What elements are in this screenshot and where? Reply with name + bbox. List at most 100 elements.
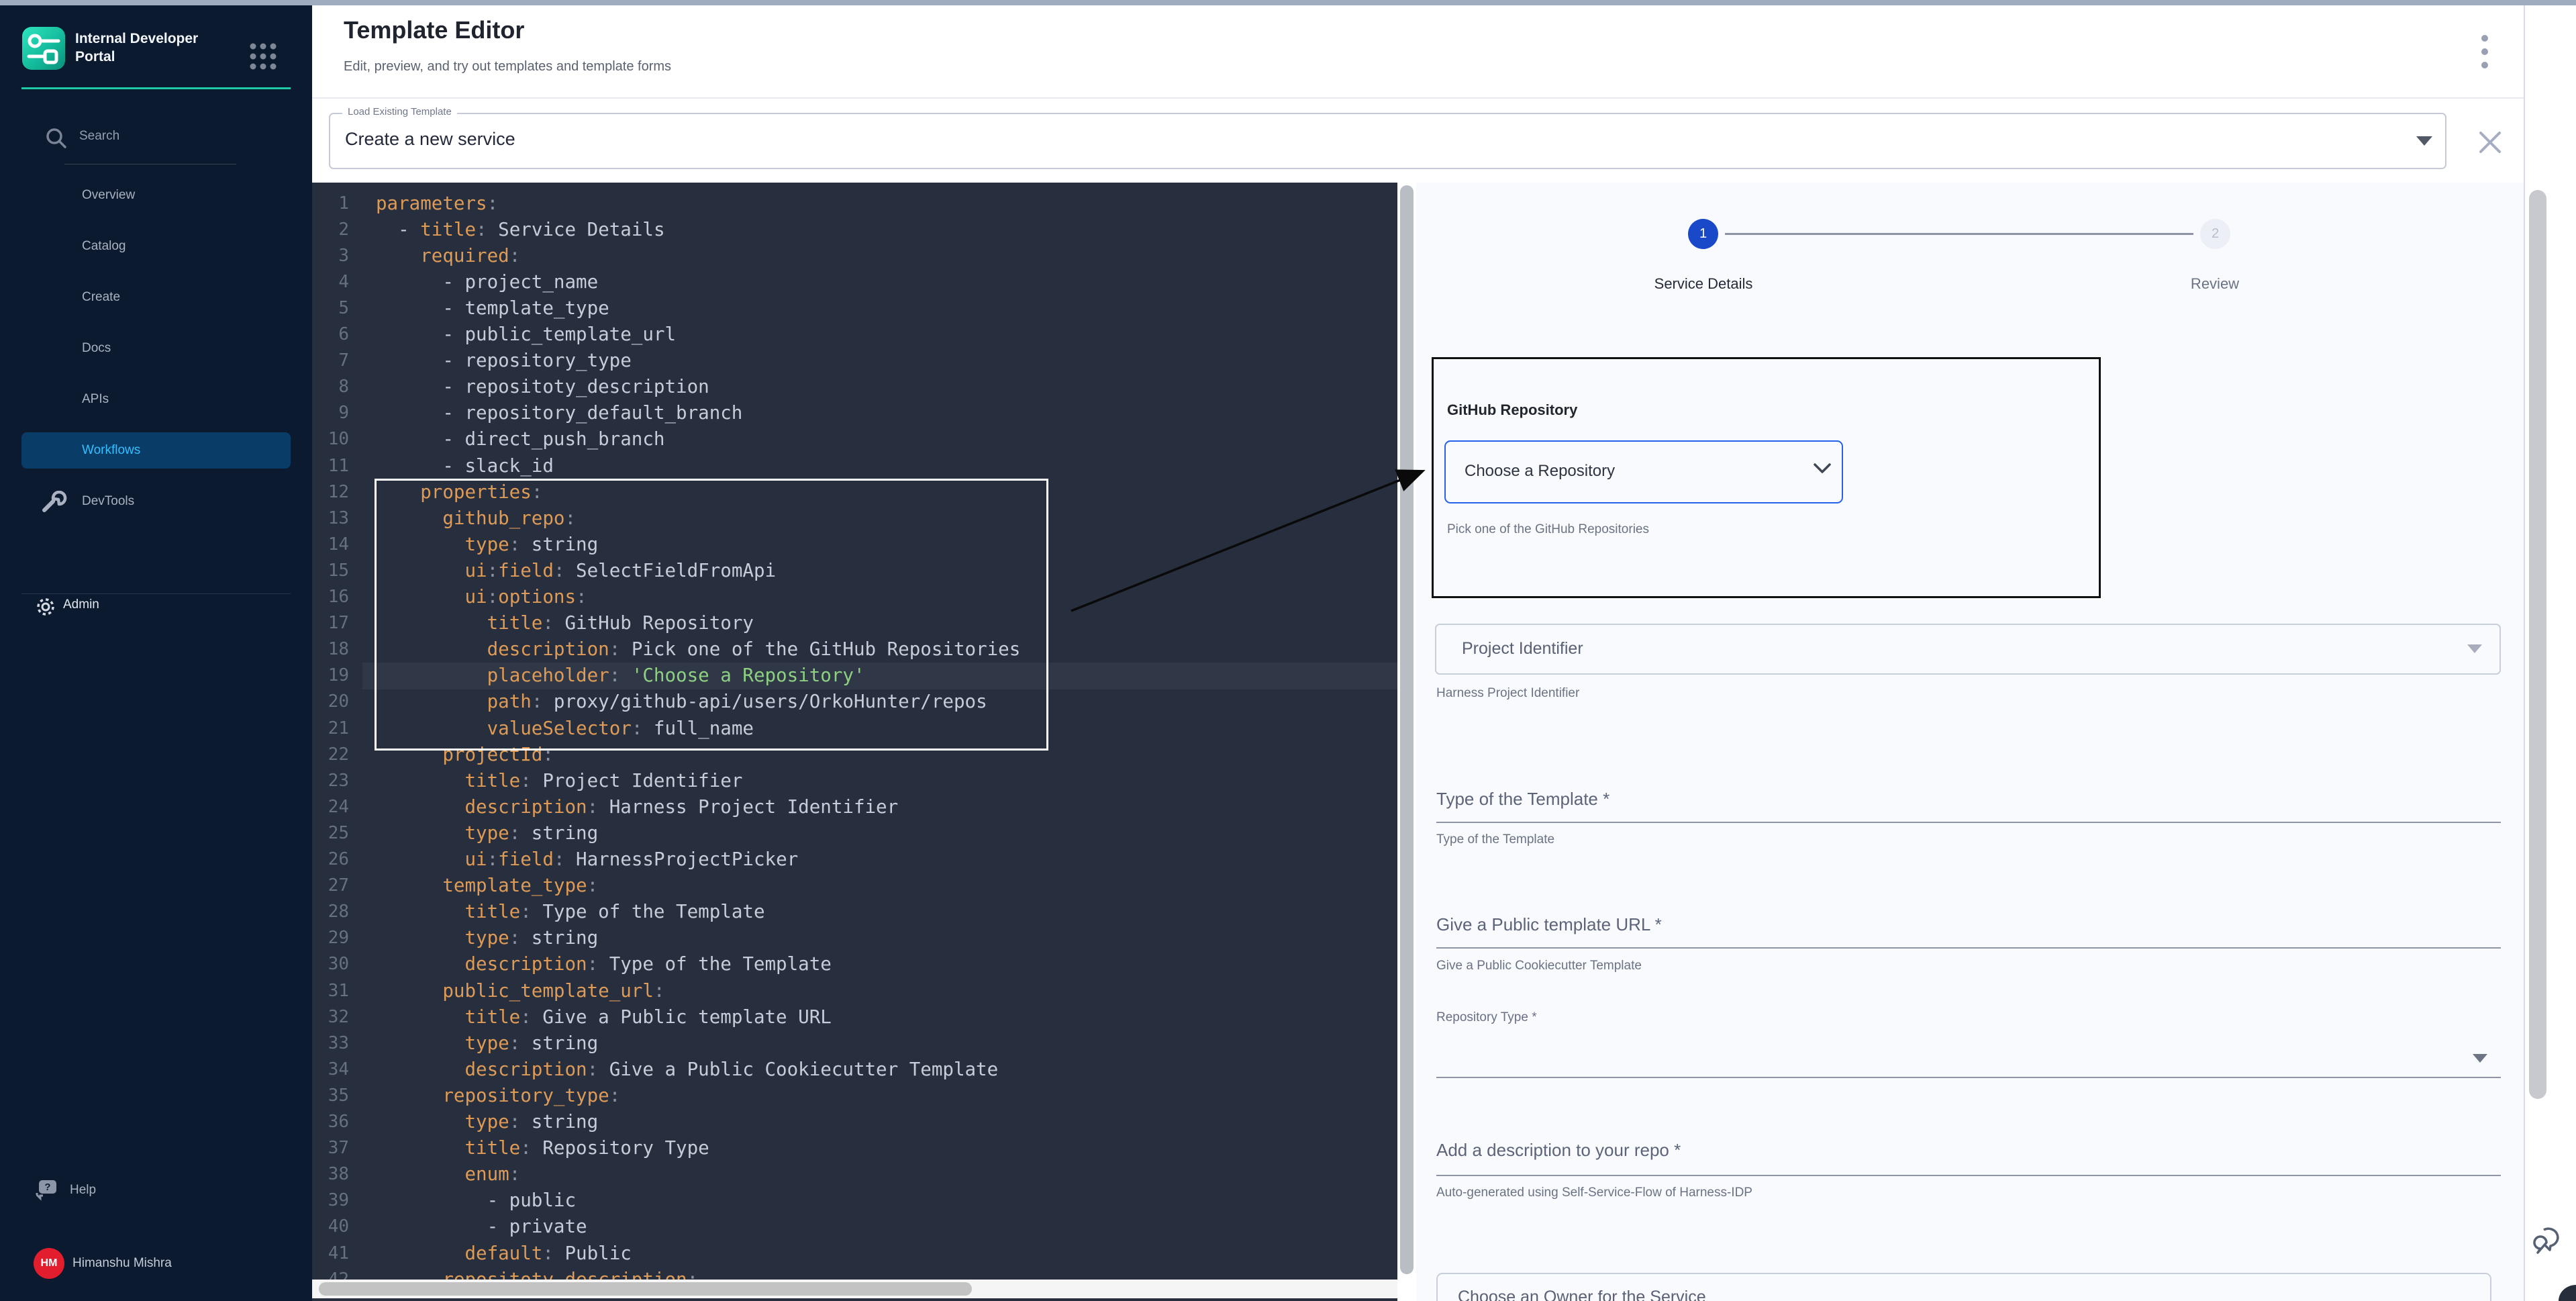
app-grid-icon[interactable] xyxy=(247,40,279,76)
sidebar-item-apis[interactable]: APIs xyxy=(21,381,291,418)
code-line[interactable]: 1 parameters: xyxy=(312,191,1397,218)
code-line[interactable]: 24 description: Harness Project Identifi… xyxy=(312,794,1397,821)
github-repository-label: GitHub Repository xyxy=(1447,401,1577,419)
code-line[interactable]: 35 repository_type: xyxy=(312,1083,1397,1110)
template-type-field[interactable]: Type of the Template * xyxy=(1436,789,1609,810)
line-number: 2 xyxy=(312,217,349,243)
sidebar-item-help[interactable]: ? xyxy=(21,1175,291,1207)
code-line[interactable]: 12 properties: xyxy=(312,479,1397,506)
code-line[interactable]: 34 description: Give a Public Cookiecutt… xyxy=(312,1057,1397,1083)
admin-label: Admin xyxy=(63,597,99,612)
code-line[interactable]: 15 ui:field: SelectFieldFromApi xyxy=(312,558,1397,585)
code-line[interactable]: 25 type: string xyxy=(312,820,1397,847)
line-number: 29 xyxy=(312,925,349,951)
code-text: parameters: xyxy=(376,191,498,217)
code-line[interactable]: 9 - repository_default_branch xyxy=(312,400,1397,427)
code-text: - private xyxy=(376,1214,587,1240)
code-line[interactable]: 18 description: Pick one of the GitHub R… xyxy=(312,636,1397,663)
github-repository-select-value: Choose a Repository xyxy=(1465,462,1615,481)
code-line[interactable]: 40 - private xyxy=(312,1214,1397,1241)
code-line[interactable]: 33 type: string xyxy=(312,1030,1397,1057)
code-text: type: string xyxy=(376,532,598,558)
sidebar-item-docs[interactable]: Docs xyxy=(21,330,291,367)
top-strip xyxy=(0,0,2576,5)
sidebar-item-admin[interactable] xyxy=(21,588,291,623)
code-line[interactable]: 20 path: proxy/github-api/users/OrkoHunt… xyxy=(312,689,1397,716)
code-line[interactable]: 21 valueSelector: full_name xyxy=(312,716,1397,742)
sidebar-search[interactable] xyxy=(40,124,282,152)
sidebar-item-catalog[interactable]: Catalog xyxy=(21,228,291,264)
code-line[interactable]: 29 type: string xyxy=(312,925,1397,952)
line-number: 1 xyxy=(312,191,349,217)
sidebar-accent-rule xyxy=(21,87,291,89)
code-line[interactable]: 10 - direct_push_branch xyxy=(312,426,1397,453)
sidebar-item-overview[interactable]: Overview xyxy=(21,177,291,213)
code-line[interactable]: 11 - slack_id xyxy=(312,453,1397,480)
code-text: title: Project Identifier xyxy=(376,768,742,794)
repo-description-field[interactable]: Add a description to your repo * xyxy=(1436,1140,1681,1161)
code-line[interactable]: 7 - repository_type xyxy=(312,348,1397,375)
code-line[interactable]: 26 ui:field: HarnessProjectPicker xyxy=(312,847,1397,873)
code-line[interactable]: 5 - template_type xyxy=(312,295,1397,322)
close-icon[interactable] xyxy=(2475,128,2505,157)
code-line[interactable]: 13 github_repo: xyxy=(312,505,1397,532)
code-line[interactable]: 8 - repositoty_description xyxy=(312,374,1397,401)
code-text: - repository_type xyxy=(376,348,632,374)
user-name[interactable]: Himanshu Mishra xyxy=(72,1256,172,1271)
sidebar-item-create[interactable]: Create xyxy=(21,279,291,316)
code-line[interactable]: 19 placeholder: 'Choose a Repository' xyxy=(312,663,1397,689)
code-line[interactable]: 4 - project_name xyxy=(312,269,1397,296)
code-text: - project_name xyxy=(376,269,598,295)
yaml-code-editor[interactable]: 1 parameters:2 - title: Service Details3 … xyxy=(312,183,1397,1301)
public-template-url-underline xyxy=(1436,947,2501,949)
sidebar-item-label: Catalog xyxy=(82,239,126,254)
sidebar-item-label: DevTools xyxy=(82,494,134,509)
load-existing-template-select[interactable] xyxy=(329,113,2446,169)
code-text: template_type: xyxy=(376,873,598,899)
code-line[interactable]: 41 default: Public xyxy=(312,1241,1397,1267)
line-number: 6 xyxy=(312,322,349,348)
page-scrollbar-thumb[interactable] xyxy=(2529,190,2546,1099)
code-text: public_template_url: xyxy=(376,978,664,1004)
code-line[interactable]: 30 description: Type of the Template xyxy=(312,951,1397,978)
code-line[interactable]: 28 title: Type of the Template xyxy=(312,899,1397,926)
kebab-menu-icon[interactable] xyxy=(2477,31,2493,74)
editor-vscroll-thumb[interactable] xyxy=(1400,185,1414,1274)
wrench-icon xyxy=(40,491,67,514)
code-line[interactable]: 31 public_template_url: xyxy=(312,978,1397,1005)
repo-description-underline xyxy=(1436,1175,2501,1176)
project-identifier-select[interactable] xyxy=(1435,624,2501,675)
code-line[interactable]: 22 projectId: xyxy=(312,742,1397,769)
code-line[interactable]: 37 title: Repository Type xyxy=(312,1135,1397,1162)
stepper-step-1[interactable]: 1 xyxy=(1688,219,1718,249)
code-line[interactable]: 17 title: GitHub Repository xyxy=(312,610,1397,637)
sidebar-item-workflows[interactable]: Workflows xyxy=(21,432,291,469)
stepper-step-2[interactable]: 2 xyxy=(2200,219,2230,249)
help-chat-icon: ? xyxy=(34,1177,62,1206)
code-line[interactable]: 2 - title: Service Details xyxy=(312,217,1397,244)
line-number: 33 xyxy=(312,1030,349,1057)
line-number: 11 xyxy=(312,453,349,479)
code-line[interactable]: 38 enum: xyxy=(312,1161,1397,1188)
code-line[interactable]: 3 required: xyxy=(312,243,1397,270)
owner-select-label: Choose an Owner for the Service xyxy=(1458,1288,1706,1301)
sidebar-item-devtools[interactable]: DevTools xyxy=(21,483,291,520)
code-line[interactable]: 16 ui:options: xyxy=(312,584,1397,611)
code-line[interactable]: 39 - public xyxy=(312,1188,1397,1214)
line-number: 32 xyxy=(312,1004,349,1030)
repository-type-arrow-icon[interactable] xyxy=(2473,1054,2487,1063)
code-text: - repository_default_branch xyxy=(376,400,742,426)
editor-hscroll-thumb[interactable] xyxy=(319,1282,972,1296)
code-line[interactable]: 27 template_type: xyxy=(312,873,1397,900)
code-text: title: Type of the Template xyxy=(376,899,765,925)
code-line[interactable]: 32 title: Give a Public template URL xyxy=(312,1004,1397,1031)
code-line[interactable]: 14 type: string xyxy=(312,532,1397,559)
code-line[interactable]: 36 type: string xyxy=(312,1109,1397,1136)
code-line[interactable]: 6 - public_template_url xyxy=(312,322,1397,348)
chat-bubbles-icon[interactable] xyxy=(2532,1222,2569,1259)
user-avatar[interactable]: HM xyxy=(34,1248,64,1279)
dropdown-arrow-icon[interactable] xyxy=(2416,136,2432,146)
public-template-url-field[interactable]: Give a Public template URL * xyxy=(1436,914,1662,935)
code-line[interactable]: 23 title: Project Identifier xyxy=(312,768,1397,795)
chevron-down-icon xyxy=(1812,462,1832,475)
